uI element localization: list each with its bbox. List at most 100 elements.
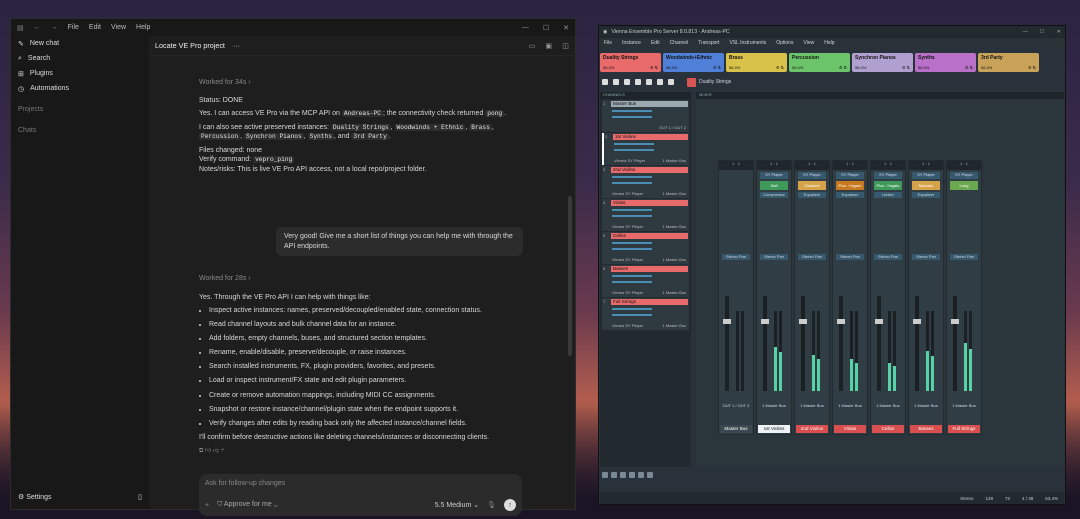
fork-icon[interactable]: ⑂	[221, 448, 225, 454]
instance-tab[interactable]: Brass 56.4% ⚙ ⇅	[726, 53, 787, 72]
strip-plugin-slot[interactable]: SY Player	[760, 172, 788, 179]
menu-item[interactable]: Instance	[622, 40, 641, 46]
pan-slider[interactable]	[612, 281, 652, 283]
menu-help[interactable]: Help	[136, 24, 150, 31]
stereo-pan[interactable]: Stereo Pan	[836, 254, 864, 260]
menu-item[interactable]: File	[604, 40, 612, 46]
strip-instrument[interactable]: Pizz. / legato	[874, 181, 902, 190]
sidebar-item-plugins[interactable]: ⊞ Plugins	[11, 66, 149, 81]
strip-instrument[interactable]: Marcato	[912, 181, 940, 190]
model-selector[interactable]: 5.5 Medium ⌄	[435, 501, 479, 509]
stereo-pan[interactable]: Stereo Pan	[950, 254, 978, 260]
sidebar-toggle-icon[interactable]: ▤	[17, 24, 24, 32]
tool-icon[interactable]	[629, 472, 635, 478]
strip-name[interactable]: Full Strings	[948, 425, 980, 433]
strip-name[interactable]: Basses	[910, 425, 942, 433]
stop-icon[interactable]	[613, 79, 619, 85]
channel-row[interactable]: 4 Violas Vienna SY Player 1 Master Bus	[602, 199, 689, 231]
strip-name[interactable]: Master Bus	[720, 425, 752, 433]
strip-fx[interactable]: Equalizer	[798, 192, 826, 198]
volume-slider[interactable]	[612, 308, 652, 310]
volume-fader[interactable]	[915, 296, 919, 391]
stereo-pan[interactable]: Stereo Pan	[874, 254, 902, 260]
panel-icon[interactable]: ▯	[138, 493, 142, 501]
record-icon[interactable]	[624, 79, 630, 85]
tool-icon[interactable]	[647, 472, 653, 478]
pan-slider[interactable]	[614, 149, 654, 151]
sidebar-item-search[interactable]: ⌕ Search	[11, 51, 149, 66]
sidebar-item-new-chat[interactable]: ✎ New chat	[11, 36, 149, 51]
volume-fader[interactable]	[725, 296, 729, 391]
volume-fader[interactable]	[763, 296, 767, 391]
save-icon[interactable]	[635, 79, 641, 85]
pan-slider[interactable]	[612, 248, 652, 250]
copy-icon[interactable]: ⧉	[199, 448, 203, 454]
strip-plugin-slot[interactable]: SY Player	[912, 172, 940, 179]
stereo-pan[interactable]: Stereo Pan	[912, 254, 940, 260]
strip-fx[interactable]: Compressor	[760, 192, 788, 198]
instance-tab[interactable]: Woodwinds+Ethnic 56.4% ⚙ ⇅	[663, 53, 724, 72]
add-icon[interactable]: +	[205, 502, 209, 509]
thumbs-down-icon[interactable]: 👎︎	[213, 448, 219, 454]
pan-slider[interactable]	[612, 116, 652, 118]
strip-output[interactable]: OUT 1 / OUT 2	[719, 403, 753, 408]
sidebar-section-projects[interactable]: Projects	[11, 102, 149, 117]
stereo-pan[interactable]: Stereo Pan	[760, 254, 788, 260]
stereo-pan[interactable]: Stereo Pan	[722, 254, 750, 260]
channel-row[interactable]: 1 Master Bus OUT 1 / OUT 2	[602, 100, 689, 132]
volume-slider[interactable]	[612, 110, 652, 112]
split-icon[interactable]: ◫	[562, 41, 569, 50]
strip-plugin-slot[interactable]: SY Player	[874, 172, 902, 179]
minimize-icon[interactable]: —	[522, 24, 529, 32]
volume-fader[interactable]	[877, 296, 881, 391]
menu-item[interactable]: Transport	[698, 40, 719, 46]
instance-tab[interactable]: Synths 56.4% ⚙ ⇅	[915, 53, 976, 72]
strip-instrument[interactable]: Pizz. / legato	[836, 181, 864, 190]
lock-icon[interactable]	[668, 79, 674, 85]
strip-instrument[interactable]: Soft	[760, 181, 788, 190]
volume-slider[interactable]	[612, 275, 652, 277]
channel-name[interactable]: Violas	[611, 200, 688, 206]
strip-instrument[interactable]: Octaved	[798, 181, 826, 190]
sidebar-section-chats[interactable]: Chats	[11, 123, 149, 138]
fader-knob[interactable]	[799, 319, 807, 324]
strip-output[interactable]: 1 Master Bus	[833, 403, 867, 408]
back-icon[interactable]: ←	[34, 24, 41, 31]
pan-slider[interactable]	[612, 182, 652, 184]
fader-knob[interactable]	[723, 319, 731, 324]
channel-name[interactable]: Master Bus	[611, 101, 688, 107]
strip-io[interactable]: 1 · 1	[719, 161, 753, 170]
mic-icon[interactable]: 🎙︎	[487, 501, 496, 509]
maximize-icon[interactable]: ☐	[543, 24, 549, 32]
fader-knob[interactable]	[875, 319, 883, 324]
menu-item[interactable]: Edit	[651, 40, 660, 46]
strip-output[interactable]: 1 Master Bus	[947, 403, 981, 408]
strip-fx[interactable]: Equalizer	[912, 192, 940, 198]
channel-name[interactable]: Cellos	[611, 233, 688, 239]
channel-name[interactable]: 2nd Violins	[611, 167, 688, 173]
tool-icon[interactable]	[620, 472, 626, 478]
strip-io[interactable]: 1 · 1	[757, 161, 791, 170]
settings-button[interactable]: ⚙ Settings	[18, 493, 52, 501]
menu-item[interactable]: Options	[776, 40, 793, 46]
scrollbar[interactable]	[568, 196, 572, 356]
strip-output[interactable]: 1 Master Bus	[871, 403, 905, 408]
minimize-icon[interactable]: —	[1023, 29, 1028, 35]
diff-icon[interactable]: ▣	[545, 41, 552, 50]
send-button[interactable]: ↑	[504, 499, 516, 511]
strip-io[interactable]: 1 · 1	[947, 161, 981, 170]
terminal-icon[interactable]: ▭	[529, 41, 536, 50]
volume-slider[interactable]	[612, 242, 652, 244]
instance-tab[interactable]: 3rd Party 56.4% ⚙ ⇅	[978, 53, 1039, 72]
strip-io[interactable]: 1 · 1	[909, 161, 943, 170]
strip-plugin-slot[interactable]: SY Player	[836, 172, 864, 179]
volume-slider[interactable]	[614, 143, 654, 145]
fader-knob[interactable]	[913, 319, 921, 324]
tool-icon[interactable]	[638, 472, 644, 478]
channel-row[interactable]: 5 Cellos Vienna SY Player 1 Master Bus	[602, 232, 689, 264]
strip-output[interactable]: 1 Master Bus	[909, 403, 943, 408]
channel-name[interactable]: Basses	[611, 266, 688, 272]
channel-row[interactable]: 3 2nd Violins Vienna SY Player 1 Master Bus	[602, 166, 689, 198]
channel-name[interactable]: Full Strings	[611, 299, 688, 305]
fader-knob[interactable]	[837, 319, 845, 324]
